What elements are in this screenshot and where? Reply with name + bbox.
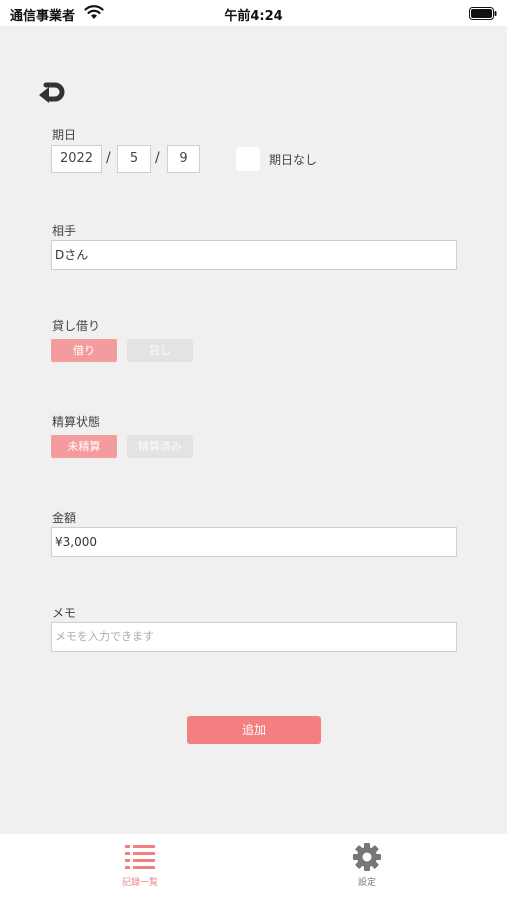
date-separator: / <box>106 150 111 166</box>
form-screen: 期日 2022 / 5 / 9 期日なし 相手 Dさん 貸し借り 借り 貸し 精… <box>0 26 507 834</box>
segment-unsettled[interactable]: 未精算 <box>51 435 117 458</box>
no-date-label: 期日なし <box>269 153 318 167</box>
month-field[interactable]: 5 <box>117 145 151 173</box>
no-date-checkbox[interactable] <box>236 147 260 171</box>
year-field[interactable]: 2022 <box>51 145 102 173</box>
partner-input[interactable]: Dさん <box>51 240 457 270</box>
back-arrow-icon[interactable] <box>36 80 66 106</box>
partner-label: 相手 <box>52 224 77 238</box>
settlement-label: 精算状態 <box>52 415 101 429</box>
segment-lend[interactable]: 貸し <box>127 339 193 362</box>
status-time: 午前4:24 <box>224 9 283 24</box>
date-separator: / <box>155 150 160 166</box>
battery-icon <box>469 7 497 20</box>
amount-label: 金額 <box>52 511 77 525</box>
segment-settled[interactable]: 精算済み <box>127 435 193 458</box>
memo-label: メモ <box>52 606 77 620</box>
lend-borrow-label: 貸し借り <box>52 319 101 333</box>
tab-records-label: 記録一覧 <box>121 878 158 888</box>
segment-borrow[interactable]: 借り <box>51 339 117 362</box>
add-button[interactable]: 追加 <box>187 716 321 744</box>
gear-icon <box>353 843 381 871</box>
day-field[interactable]: 9 <box>167 145 200 173</box>
tab-records[interactable]: 記録一覧 <box>80 842 200 888</box>
status-bar: 通信事業者 午前4:24 <box>0 0 507 26</box>
tab-settings[interactable]: 設定 <box>307 842 427 888</box>
tab-bar: 記録一覧 設定 <box>0 834 507 900</box>
list-icon <box>125 845 155 869</box>
tab-settings-label: 設定 <box>357 878 376 888</box>
amount-input[interactable]: ¥3,000 <box>51 527 457 557</box>
memo-input[interactable]: メモを入力できます <box>51 622 457 652</box>
date-label: 期日 <box>52 128 77 142</box>
